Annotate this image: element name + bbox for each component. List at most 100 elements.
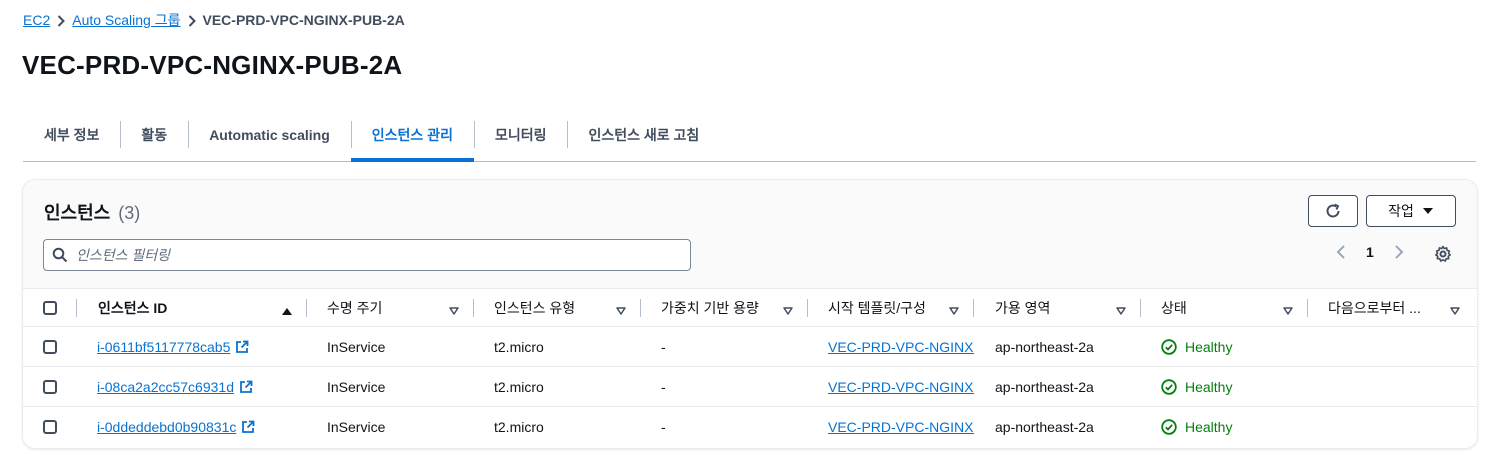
launch-template-link[interactable]: VEC-PRD-VPC-NGINX-F [828,379,974,395]
tab-details[interactable]: 세부 정보 [23,108,120,161]
row-select[interactable] [43,367,57,406]
instance-id-link[interactable]: i-0ddeddebd0b90831c [97,419,236,435]
column-divider [973,299,974,317]
status-text: Healthy [1185,338,1233,355]
breadcrumb-asg-link[interactable]: Auto Scaling 그룹 [72,10,180,30]
check-circle-icon [1161,338,1177,355]
availability-zone-cell: ap-northeast-2a [995,418,1094,435]
table-row: i-0ddeddebd0b90831c InService t2.micro -… [23,406,1477,446]
instances-panel: 인스턴스 (3) 작업 1 [23,180,1477,448]
column-header-instance-id[interactable]: 인스턴스 ID [98,289,278,326]
tab-list: 세부 정보 활동 Automatic scaling 인스턴스 관리 모니터링 … [23,108,1476,162]
chevron-left-icon[interactable] [1336,244,1346,260]
column-header-instance-type[interactable]: 인스턴스 유형 [494,289,604,326]
table-row: i-08ca2a2cc57c6931d InService t2.micro -… [23,366,1477,406]
lifecycle-cell: InService [327,338,386,355]
column-divider [807,299,808,317]
chevron-right-icon[interactable] [1394,244,1404,260]
sort-icon[interactable] [1450,303,1460,319]
refresh-button[interactable] [1308,195,1358,227]
checkbox[interactable] [43,300,57,315]
tab-instance-management[interactable]: 인스턴스 관리 [350,108,475,162]
column-divider [640,299,641,317]
sort-icon[interactable] [783,303,793,319]
breadcrumb: EC2 Auto Scaling 그룹 VEC-PRD-VPC-NGINX-PU… [23,10,405,30]
column-divider [1307,299,1308,317]
availability-zone-cell: ap-northeast-2a [995,378,1094,395]
column-header-lifecycle[interactable]: 수명 주기 [327,289,437,326]
page-number[interactable]: 1 [1366,244,1374,260]
instance-type-cell: t2.micro [494,378,544,395]
launch-template-link[interactable]: VEC-PRD-VPC-NGINX-F [828,339,974,355]
breadcrumb-current: VEC-PRD-VPC-NGINX-PUB-2A [202,12,405,28]
status-text: Healthy [1185,418,1233,435]
weighted-capacity-cell: - [661,378,666,395]
chevron-right-icon [50,12,72,28]
weighted-capacity-cell: - [661,338,666,355]
checkbox[interactable] [43,379,57,394]
row-select[interactable] [43,407,57,446]
settings-gear-icon[interactable] [1434,245,1452,263]
caret-down-icon [1422,206,1434,216]
panel-title-text: 인스턴스 [44,203,111,223]
table-header-row: 인스턴스 ID 수명 주기 인스턴스 유형 가중치 기반 용량 시작 템플릿/구… [23,288,1477,326]
column-header-status[interactable]: 상태 [1161,289,1271,326]
tab-activity[interactable]: 활동 [120,108,188,161]
checkbox[interactable] [43,339,57,354]
launch-template-cell: VEC-PRD-VPC-NGINX-F [828,327,974,366]
check-circle-icon [1161,418,1177,435]
page-title: VEC-PRD-VPC-NGINX-PUB-2A [22,50,403,80]
launch-template-link[interactable]: VEC-PRD-VPC-NGINX-F [828,419,974,435]
instance-id-cell: i-08ca2a2cc57c6931d [97,367,302,406]
column-header-availability-zone[interactable]: 가용 영역 [995,289,1105,326]
launch-template-cell: VEC-PRD-VPC-NGINX-F [828,407,974,446]
actions-button-label: 작업 [1388,203,1414,219]
instance-id-link[interactable]: i-08ca2a2cc57c6931d [97,379,234,395]
breadcrumb-ec2-link[interactable]: EC2 [23,12,50,28]
external-link-icon[interactable] [239,380,253,394]
status-text: Healthy [1185,378,1233,395]
instances-table: 인스턴스 ID 수명 주기 인스턴스 유형 가중치 기반 용량 시작 템플릿/구… [23,288,1477,446]
tab-instance-refresh[interactable]: 인스턴스 새로 고침 [567,108,720,161]
tab-monitoring[interactable]: 모니터링 [473,108,568,161]
sort-icon[interactable] [449,303,459,319]
table-row: i-0611bf5117778cab5 InService t2.micro -… [23,326,1477,366]
column-header-weighted-capacity[interactable]: 가중치 기반 용량 [661,289,776,326]
actions-dropdown-button[interactable]: 작업 [1366,195,1456,227]
column-divider [76,299,77,317]
tab-automatic-scaling[interactable]: Automatic scaling [188,108,351,161]
search-icon [52,247,68,263]
lifecycle-cell: InService [327,378,386,395]
checkbox[interactable] [43,419,57,434]
launch-template-cell: VEC-PRD-VPC-NGINX-F [828,367,974,406]
pagination: 1 [1336,244,1451,262]
check-circle-icon [1161,378,1177,395]
instance-count: (3) [118,203,141,223]
instance-id-cell: i-0ddeddebd0b90831c [97,407,302,446]
status-cell: Healthy [1161,327,1301,366]
sort-ascending-icon[interactable] [282,303,292,319]
sort-icon[interactable] [949,303,959,319]
status-cell: Healthy [1161,367,1301,406]
column-divider [473,299,474,317]
row-select[interactable] [43,327,57,366]
sort-icon[interactable] [1116,303,1126,319]
status-cell: Healthy [1161,407,1301,446]
availability-zone-cell: ap-northeast-2a [995,338,1094,355]
column-divider [1140,299,1141,317]
weighted-capacity-cell: - [661,418,666,435]
search-input[interactable] [76,247,636,263]
panel-header: 인스턴스 (3) 작업 1 [23,180,1477,288]
select-all-checkbox[interactable] [43,289,57,326]
column-header-launch-template[interactable]: 시작 템플릿/구성 [828,289,943,326]
sort-icon[interactable] [616,303,626,319]
instance-id-link[interactable]: i-0611bf5117778cab5 [97,339,230,355]
column-header-next[interactable]: 다음으로부터 ... [1328,289,1438,326]
instance-type-cell: t2.micro [494,418,544,435]
instance-filter-field[interactable] [43,239,691,271]
external-link-icon[interactable] [235,340,249,354]
external-link-icon[interactable] [241,420,255,434]
panel-title: 인스턴스 (3) [44,199,140,225]
refresh-icon [1324,202,1342,220]
sort-icon[interactable] [1283,303,1293,319]
